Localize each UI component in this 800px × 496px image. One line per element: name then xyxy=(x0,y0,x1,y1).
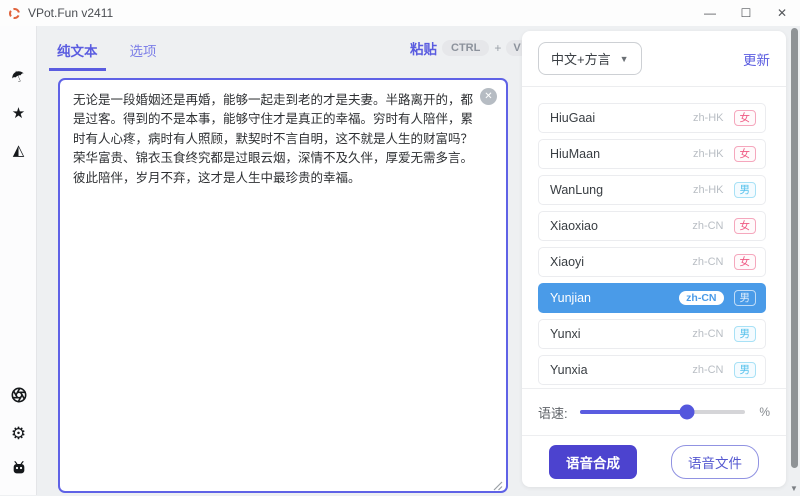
umbrella-icon[interactable]: ☂ xyxy=(0,67,37,87)
app-logo-icon xyxy=(9,8,20,19)
scrollbar-down-arrow-icon[interactable]: ▼ xyxy=(790,484,798,493)
clear-text-icon[interactable]: ✕ xyxy=(480,88,497,105)
voice-name: Yunxi xyxy=(550,327,692,341)
voice-locale: zh-CN xyxy=(692,220,723,232)
synthesize-button[interactable]: 语音合成 xyxy=(549,445,637,479)
language-filter-dropdown[interactable]: 中文+方言 ▼ xyxy=(538,42,642,75)
voice-panel-header: 中文+方言 ▼ 更新 xyxy=(522,31,786,87)
voice-locale: zh-HK xyxy=(693,112,724,124)
robot-icon[interactable] xyxy=(0,460,37,481)
voice-list-item[interactable]: Yunxia zh-CN 男 xyxy=(538,355,766,385)
window-controls: — ☐ ✕ xyxy=(692,0,800,26)
voice-gender-badge: 女 xyxy=(734,146,757,162)
voice-locale: zh-CN xyxy=(692,328,723,340)
voice-panel: 中文+方言 ▼ 更新 HiuGaai zh-HK 女 HiuMaan zh-HK… xyxy=(522,31,786,487)
voice-list-item[interactable]: Xiaoxiao zh-CN 女 xyxy=(538,211,766,241)
gear-icon[interactable]: ⚙ xyxy=(0,424,37,444)
voice-list-item[interactable]: WanLung zh-HK 男 xyxy=(538,175,766,205)
text-editor-container: 无论是一段婚姻还是再婚，能够一起走到老的才是夫妻。半路离开的，都是过客。得到的不… xyxy=(58,78,508,493)
window-scrollbar-thumb[interactable] xyxy=(791,28,798,468)
ctrl-key-badge: CTRL xyxy=(442,40,489,56)
voice-list-item[interactable]: HiuMaan zh-HK 女 xyxy=(538,139,766,169)
voice-list-item[interactable]: Yunxi zh-CN 男 xyxy=(538,319,766,349)
tab-options[interactable]: 选项 xyxy=(122,34,165,71)
voice-locale: zh-HK xyxy=(693,184,724,196)
voice-list-item[interactable]: HiuGaai zh-HK 女 xyxy=(538,103,766,133)
voice-gender-badge: 女 xyxy=(734,110,757,126)
paste-shortcut: 粘贴 CTRL + V xyxy=(410,38,528,58)
triangle-icon[interactable]: ◭ xyxy=(0,141,37,160)
voice-name: Xiaoxiao xyxy=(550,219,692,233)
chevron-down-icon: ▼ xyxy=(620,54,629,64)
voice-name: WanLung xyxy=(550,183,693,197)
rate-slider[interactable] xyxy=(580,410,746,414)
voice-locale: zh-CN xyxy=(692,256,723,268)
save-audio-file-button[interactable]: 语音文件 xyxy=(671,445,759,479)
language-filter-value: 中文+方言 xyxy=(551,49,611,68)
voice-gender-badge: 男 xyxy=(734,290,757,306)
rate-slider-fill xyxy=(580,410,688,414)
voice-list-item[interactable]: Yunjian zh-CN 男 xyxy=(538,283,766,313)
voice-name: Yunxia xyxy=(550,363,692,377)
aperture-icon[interactable] xyxy=(0,387,37,408)
text-input[interactable]: 无论是一段婚姻还是再婚，能够一起走到老的才是夫妻。半路离开的，都是过客。得到的不… xyxy=(60,80,506,491)
voice-gender-badge: 男 xyxy=(734,326,757,342)
speech-rate-row: 语速: % xyxy=(522,388,786,435)
voice-locale: zh-CN xyxy=(679,291,723,305)
voice-gender-badge: 男 xyxy=(734,182,757,198)
tab-plain-text[interactable]: 纯文本 xyxy=(49,34,106,71)
plus-sign: + xyxy=(494,41,501,55)
left-sidebar: ☂ ★ ◭ ⚙ xyxy=(0,26,37,495)
voice-name: HiuMaan xyxy=(550,147,693,161)
voice-name: Xiaoyi xyxy=(550,255,692,269)
close-button[interactable]: ✕ xyxy=(764,0,800,26)
editor-tabs: 纯文本 选项 xyxy=(49,34,165,71)
maximize-button[interactable]: ☐ xyxy=(728,0,764,26)
window-title: VPot.Fun v2411 xyxy=(28,6,113,20)
app-body: ☂ ★ ◭ ⚙ 纯文本 选项 粘贴 CTRL + V xyxy=(0,26,800,495)
rate-slider-thumb[interactable] xyxy=(680,405,695,420)
minimize-button[interactable]: — xyxy=(692,0,728,26)
rate-unit: % xyxy=(759,405,770,419)
rate-label: 语速: xyxy=(538,403,568,422)
voice-gender-badge: 女 xyxy=(734,218,757,234)
voice-list: HiuGaai zh-HK 女 HiuMaan zh-HK 女 WanLung … xyxy=(522,87,786,388)
voice-gender-badge: 女 xyxy=(734,254,757,270)
voice-locale: zh-CN xyxy=(692,364,723,376)
voice-locale: zh-HK xyxy=(693,148,724,160)
refresh-link[interactable]: 更新 xyxy=(743,49,770,69)
voice-name: HiuGaai xyxy=(550,111,693,125)
star-icon[interactable]: ★ xyxy=(0,104,37,123)
resize-handle-icon[interactable] xyxy=(493,478,503,488)
voice-name: Yunjian xyxy=(550,291,679,305)
title-bar: VPot.Fun v2411 — ☐ ✕ xyxy=(0,0,800,26)
paste-button[interactable]: 粘贴 xyxy=(410,38,437,58)
voice-gender-badge: 男 xyxy=(734,362,757,378)
actions-row: 语音合成 语音文件 xyxy=(522,435,786,487)
voice-list-item[interactable]: Xiaoyi zh-CN 女 xyxy=(538,247,766,277)
